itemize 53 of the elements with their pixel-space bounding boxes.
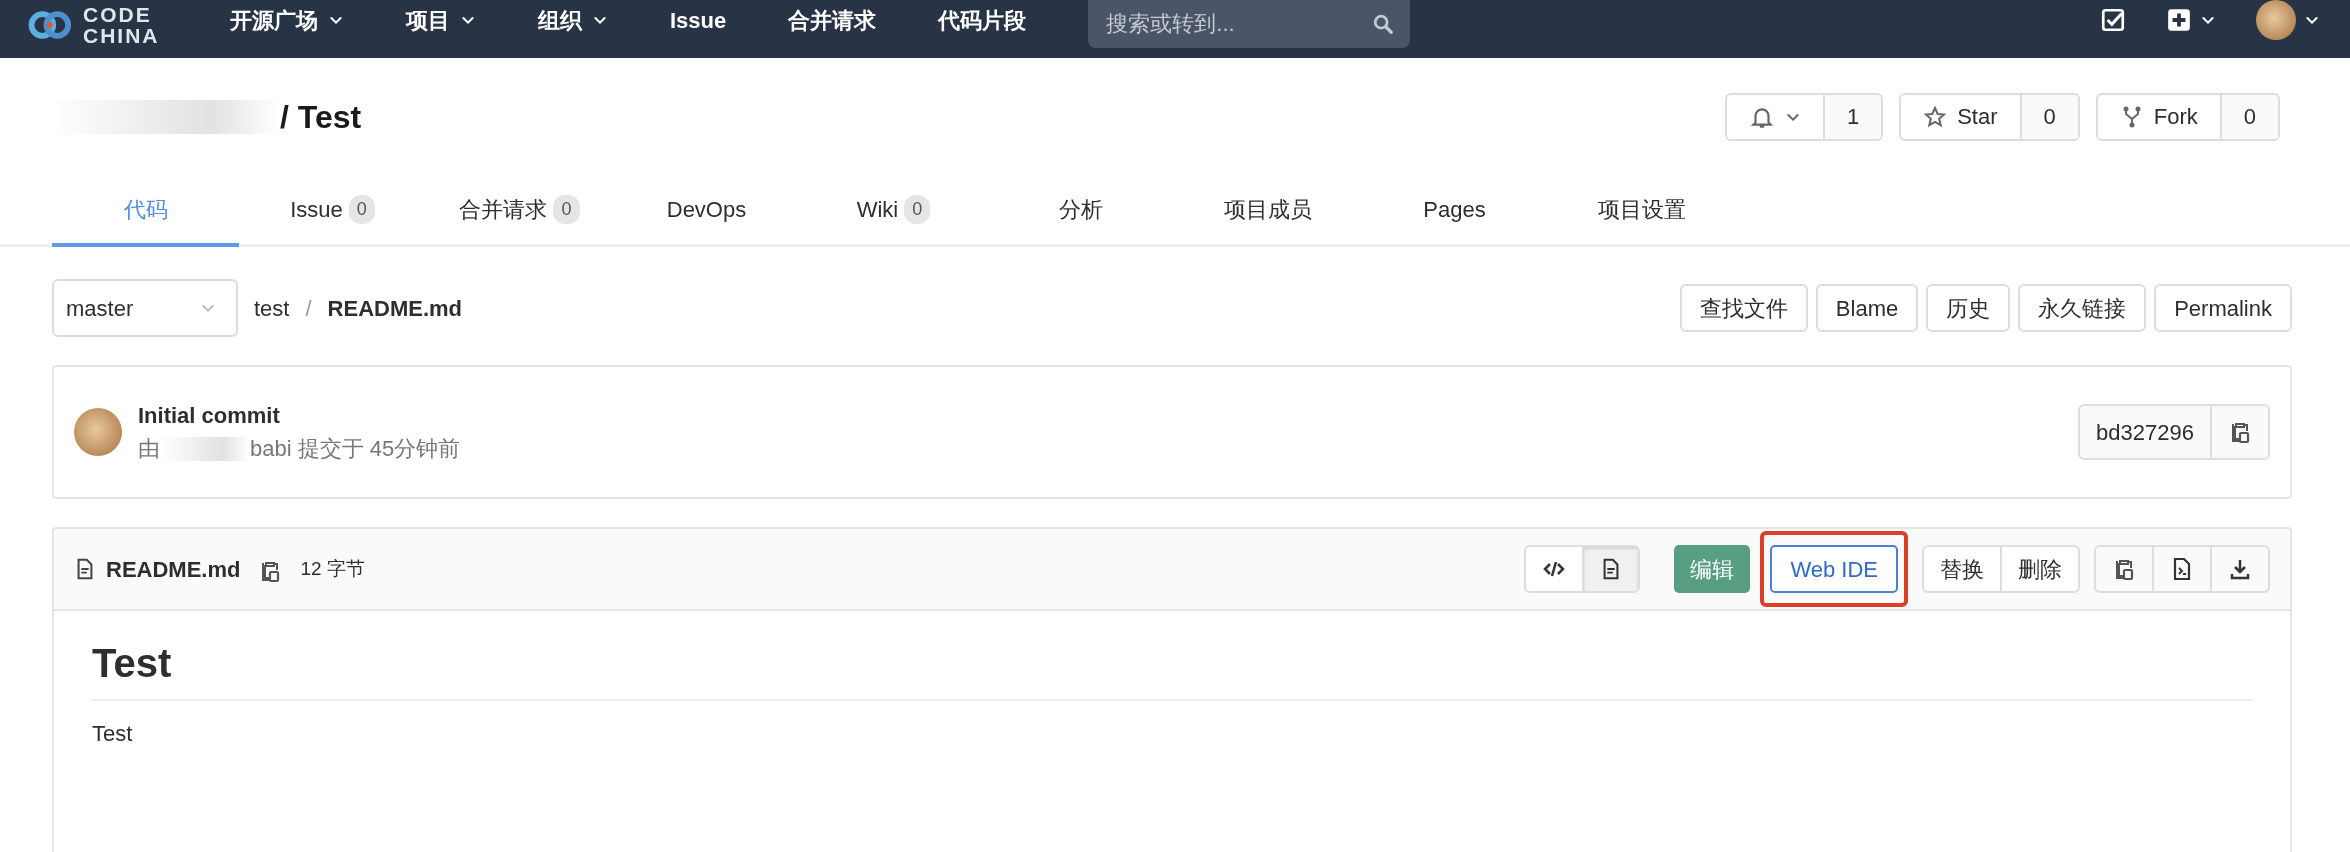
tab[interactable]: 项目成员 (1174, 175, 1361, 247)
logo-text: CODE (83, 4, 153, 25)
action-button[interactable]: 永久链接 (2018, 284, 2147, 332)
breadcrumb-link[interactable]: test (254, 291, 290, 325)
nav-item[interactable]: 代码片段 (938, 0, 1027, 40)
action-button[interactable]: 查找文件 (1679, 284, 1808, 332)
count-badge: 0 (904, 194, 931, 224)
rendered-view-button[interactable] (1582, 547, 1639, 591)
action-button[interactable]: 替换 (1924, 547, 2000, 591)
nav-item[interactable]: 项目 (406, 0, 476, 40)
nav-item[interactable]: Issue (670, 0, 727, 40)
action-button[interactable]: 历史 (1926, 284, 2011, 332)
download-icon (2228, 557, 2252, 581)
tab[interactable]: DevOps (613, 175, 800, 247)
star-count: 0 (2019, 94, 2078, 139)
commit-sha: bd327296 (2095, 418, 2195, 447)
tab[interactable]: Issue 0 (239, 175, 426, 247)
star-button[interactable]: Star (1901, 94, 2020, 139)
count-badge: 0 (348, 194, 375, 224)
todo-icon[interactable] (2100, 7, 2126, 33)
commit-title[interactable]: Initial commit (138, 399, 2079, 432)
logo-text: CHINA (83, 25, 160, 46)
count-badge: 0 (553, 194, 580, 224)
author-prefix: 由 (138, 435, 160, 463)
tab[interactable]: Pages (1361, 175, 1548, 247)
tab[interactable]: 分析 (987, 175, 1174, 247)
star-icon (1923, 104, 1948, 129)
plus-icon[interactable] (2166, 7, 2192, 33)
file-size: 12 字节 (300, 556, 365, 581)
nav-item[interactable]: 合并请求 (788, 0, 877, 40)
search-icon (1372, 13, 1395, 35)
readme-text: Test (92, 720, 134, 748)
nav-item[interactable]: 开源广场 (230, 0, 344, 40)
web-ide-button[interactable]: Web IDE (1770, 545, 1898, 593)
breadcrumb-separator: / (305, 294, 312, 323)
tab[interactable]: 项目设置 (1548, 175, 1735, 247)
tab[interactable]: 合并请求 0 (426, 175, 613, 247)
avatar[interactable] (2256, 0, 2296, 40)
action-button[interactable]: 删除 (2000, 547, 2078, 591)
action-button[interactable]: Blame (1815, 284, 1919, 332)
commit-meta: babi 提交于 45分钟前 (250, 435, 461, 463)
search-field[interactable]: 搜索或转到... (1088, 0, 1411, 48)
action-button[interactable]: Permalink (2154, 284, 2292, 332)
project-title: / Test (280, 97, 362, 137)
notification-count: 1 (1822, 94, 1882, 139)
fork-count: 0 (2219, 94, 2278, 139)
fork-button[interactable]: Fork (2097, 94, 2220, 139)
nav-item[interactable]: 组织 (538, 0, 608, 40)
readme-heading: Test (92, 639, 2252, 701)
file-name: README.md (106, 555, 241, 584)
tab[interactable]: Wiki 0 (800, 175, 987, 247)
file-name: README.md (327, 294, 463, 323)
branch-dropdown[interactable]: master (52, 279, 238, 337)
